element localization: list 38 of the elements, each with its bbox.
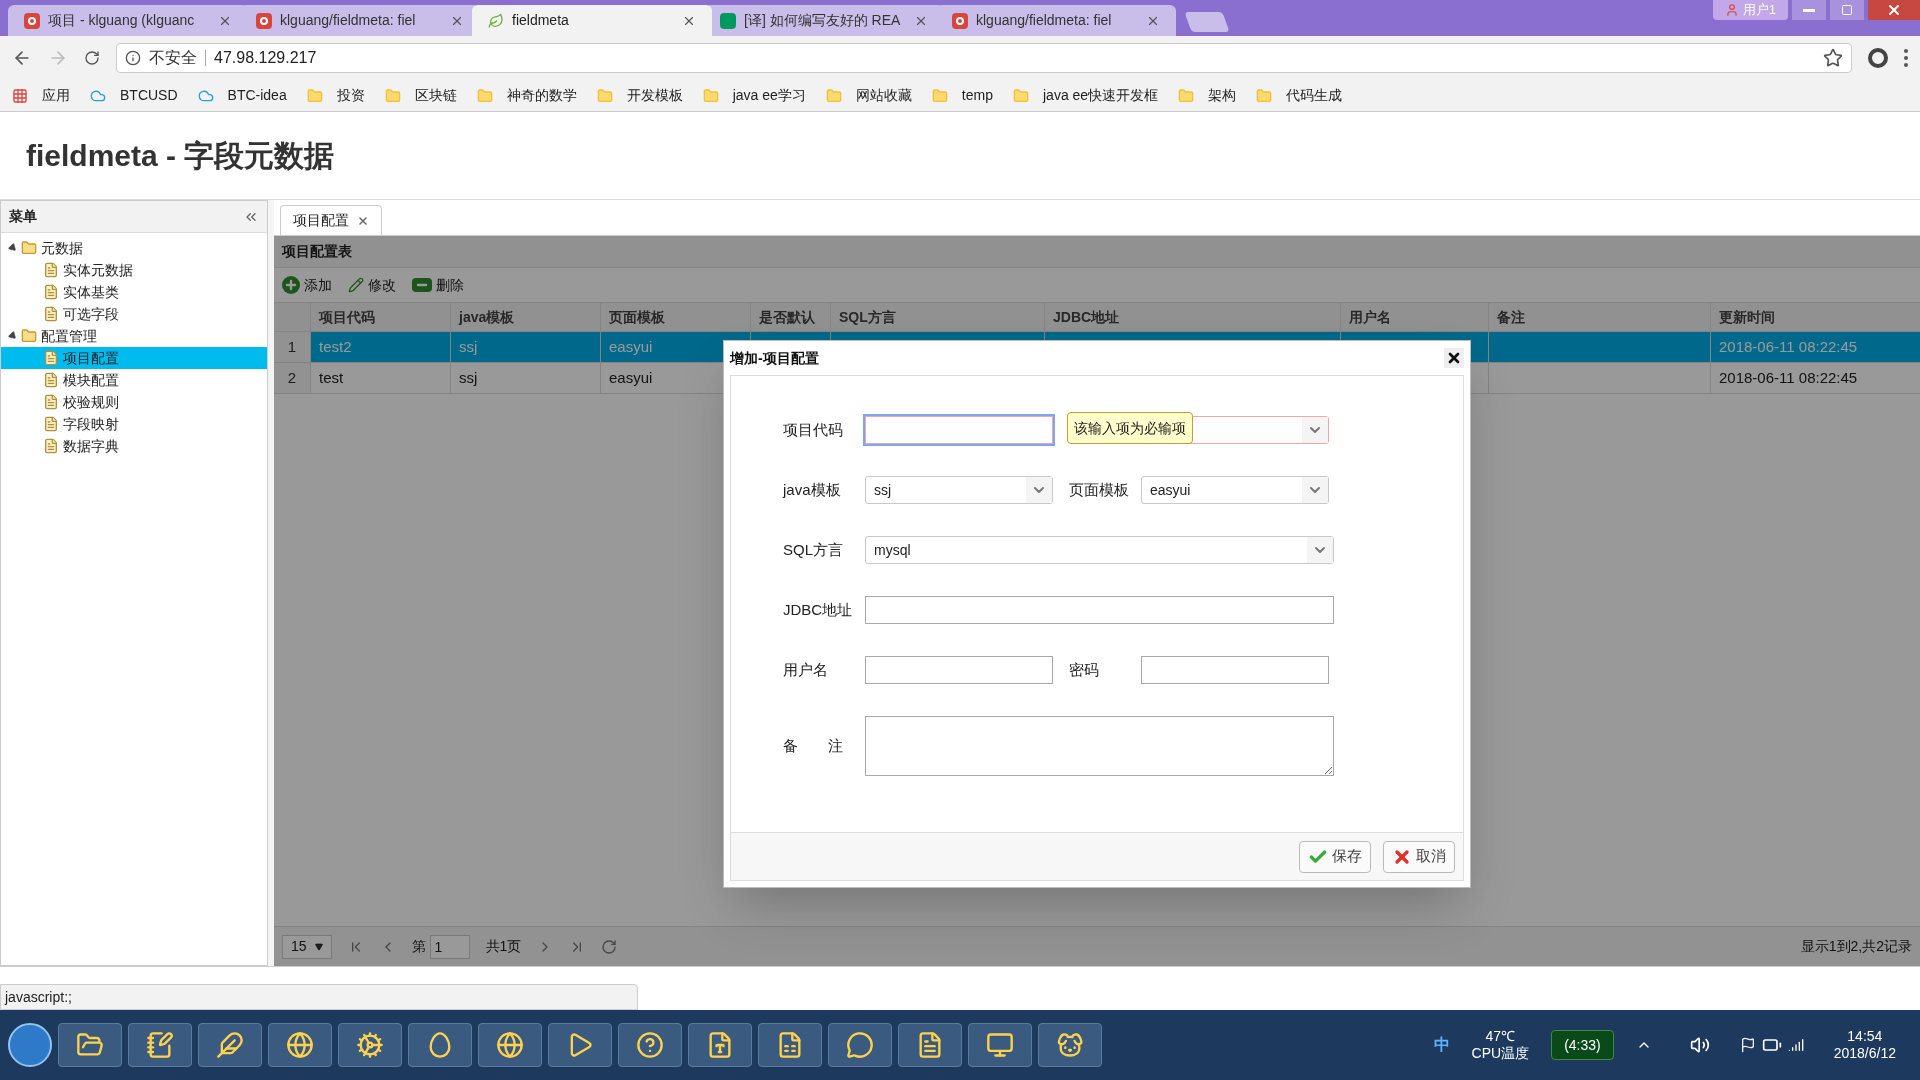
field-label: 项目代码 (783, 419, 844, 440)
tab-title: klguang/fieldmeta: fiel (976, 11, 1113, 30)
field-label: SQL方言 (783, 539, 844, 560)
table-cell-text: test2 (319, 336, 352, 357)
table-cell-text: easyui (609, 367, 653, 388)
field-label: 密码 (1069, 659, 1100, 680)
table-cell-text: test (319, 367, 344, 388)
field-label: 用户名 (783, 659, 829, 680)
table-cell-text: ssj (459, 336, 478, 357)
clock-time: 14:54 (1847, 1027, 1883, 1045)
clock-date: 2018/6/12 (1833, 1045, 1896, 1063)
row-number: 1 (274, 332, 310, 362)
field-label: 备 注 (783, 735, 844, 756)
grid-title: 项目配置表 (282, 242, 352, 261)
url-text: 47.98.129.217 (214, 48, 317, 68)
tab-title: [译] 如何编写友好的 REA (744, 11, 902, 30)
row-number: 2 (274, 363, 310, 393)
pager-summary: 显示1到2,共2记录 (1800, 937, 1912, 956)
temperature-label: CPU温度 (1471, 1045, 1530, 1063)
security-label: 不安全 (149, 48, 197, 68)
table-cell-text: 2018-06-11 08:22:45 (1719, 336, 1858, 357)
tab-title: 项目 - klguang (klguanc (48, 11, 196, 30)
temperature-text: 47℃ (1485, 1027, 1516, 1045)
page-title: fieldmeta - 字段元数据 (26, 138, 335, 174)
field-label: java模板 (783, 479, 842, 500)
battery-time: (4:33) (1551, 1030, 1614, 1060)
field-label: JDBC地址 (783, 599, 854, 620)
page-total: 共1页 (485, 937, 522, 956)
table-cell-text: ssj (459, 367, 478, 388)
table-cell-text: 2018-06-11 08:22:45 (1719, 367, 1858, 388)
status-url: javascript:; (5, 987, 72, 1007)
page-label: 第 (411, 937, 426, 956)
field-label: 页面模板 (1069, 479, 1130, 500)
tab-title: fieldmeta (512, 11, 570, 30)
validation-tooltip: 该输入项为必输项 (1067, 412, 1193, 444)
table-cell-text: easyui (609, 336, 653, 357)
tab-title: klguang/fieldmeta: fiel (280, 11, 417, 30)
menu-title: 菜单 (9, 207, 37, 226)
